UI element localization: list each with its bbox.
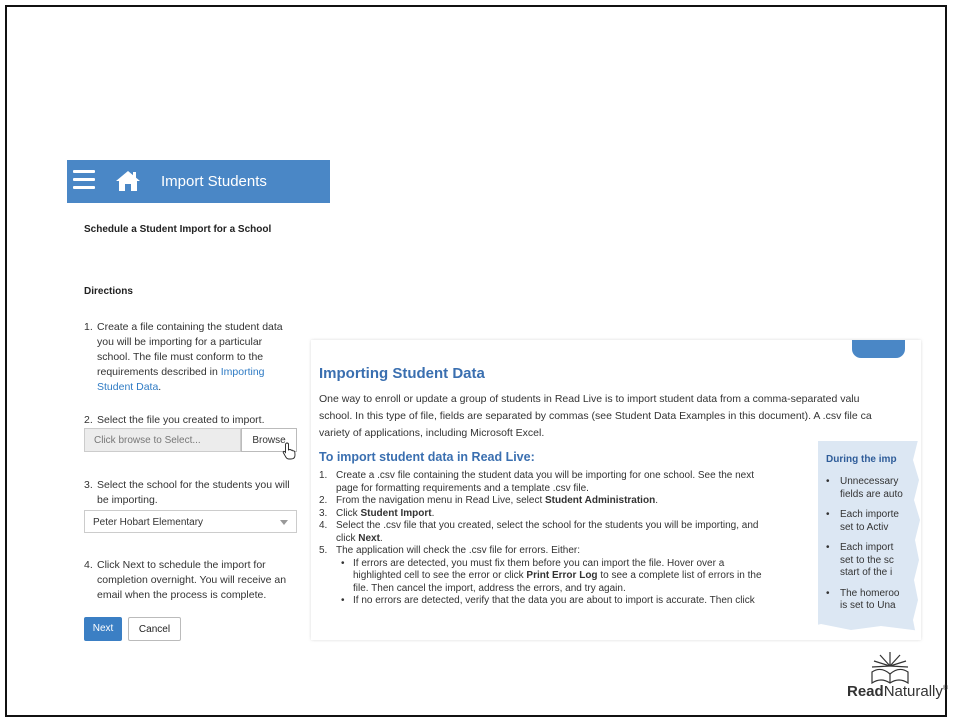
logo-text: ReadNaturally® — [847, 683, 948, 700]
step-text: be importing. — [97, 494, 158, 506]
menu-icon[interactable] — [73, 170, 95, 190]
importing-link[interactable]: Importing — [221, 366, 265, 378]
step-text: you will be importing for a particular — [97, 336, 263, 348]
logo-read: Read — [847, 683, 884, 700]
torn-edge-decoration — [311, 340, 921, 640]
step-2: 2. Select the file you created to import. — [84, 413, 265, 428]
logo-naturally: Naturally — [883, 683, 943, 700]
selected-school: Peter Hobart Elementary — [93, 517, 204, 528]
step-text: Select the school for the students you w… — [97, 479, 290, 491]
next-button[interactable]: Next — [84, 617, 122, 641]
page-title: Import Students — [161, 173, 267, 190]
read-naturally-logo: ReadNaturally® — [846, 650, 952, 716]
book-burst-icon — [871, 652, 909, 684]
section-heading: Schedule a Student Import for a School — [84, 224, 272, 235]
step-text: email when the process is complete. — [97, 589, 267, 601]
registered-mark: ® — [942, 685, 949, 692]
step-text: requirements described in — [97, 366, 221, 378]
school-select[interactable]: Peter Hobart Elementary — [84, 510, 297, 533]
app-header: Import Students — [67, 160, 330, 203]
step-number: 3. — [84, 479, 93, 491]
step-3: 3. Select the school for the students you… — [84, 478, 290, 508]
step-text: . — [158, 381, 162, 393]
document-excerpt: Importing Student Data One way to enroll… — [311, 340, 921, 640]
step-text: school. The file must conform to the — [97, 351, 264, 363]
directions-label: Directions — [84, 286, 133, 297]
step-number: 1. — [84, 321, 93, 333]
step-text: completion overnight. You will receive a… — [97, 574, 287, 586]
step-text: Create a file containing the student dat… — [97, 321, 283, 333]
step-4: 4. Click Next to schedule the import for … — [84, 558, 286, 603]
step-1: 1. Create a file containing the student d… — [84, 320, 283, 395]
student-data-link[interactable]: Student Data — [97, 381, 158, 393]
home-icon[interactable] — [115, 169, 141, 193]
hand-cursor-icon — [282, 442, 296, 460]
chevron-down-icon — [280, 520, 288, 525]
step-text: Select the file you created to import. — [97, 414, 265, 426]
file-path-field[interactable]: Click browse to Select... — [84, 428, 241, 452]
cancel-button[interactable]: Cancel — [128, 617, 181, 641]
step-text: Click Next to schedule the import for — [97, 559, 266, 571]
step-number: 4. — [84, 559, 93, 571]
file-picker: Click browse to Select... Browse — [84, 428, 297, 460]
step-number: 2. — [84, 414, 93, 426]
